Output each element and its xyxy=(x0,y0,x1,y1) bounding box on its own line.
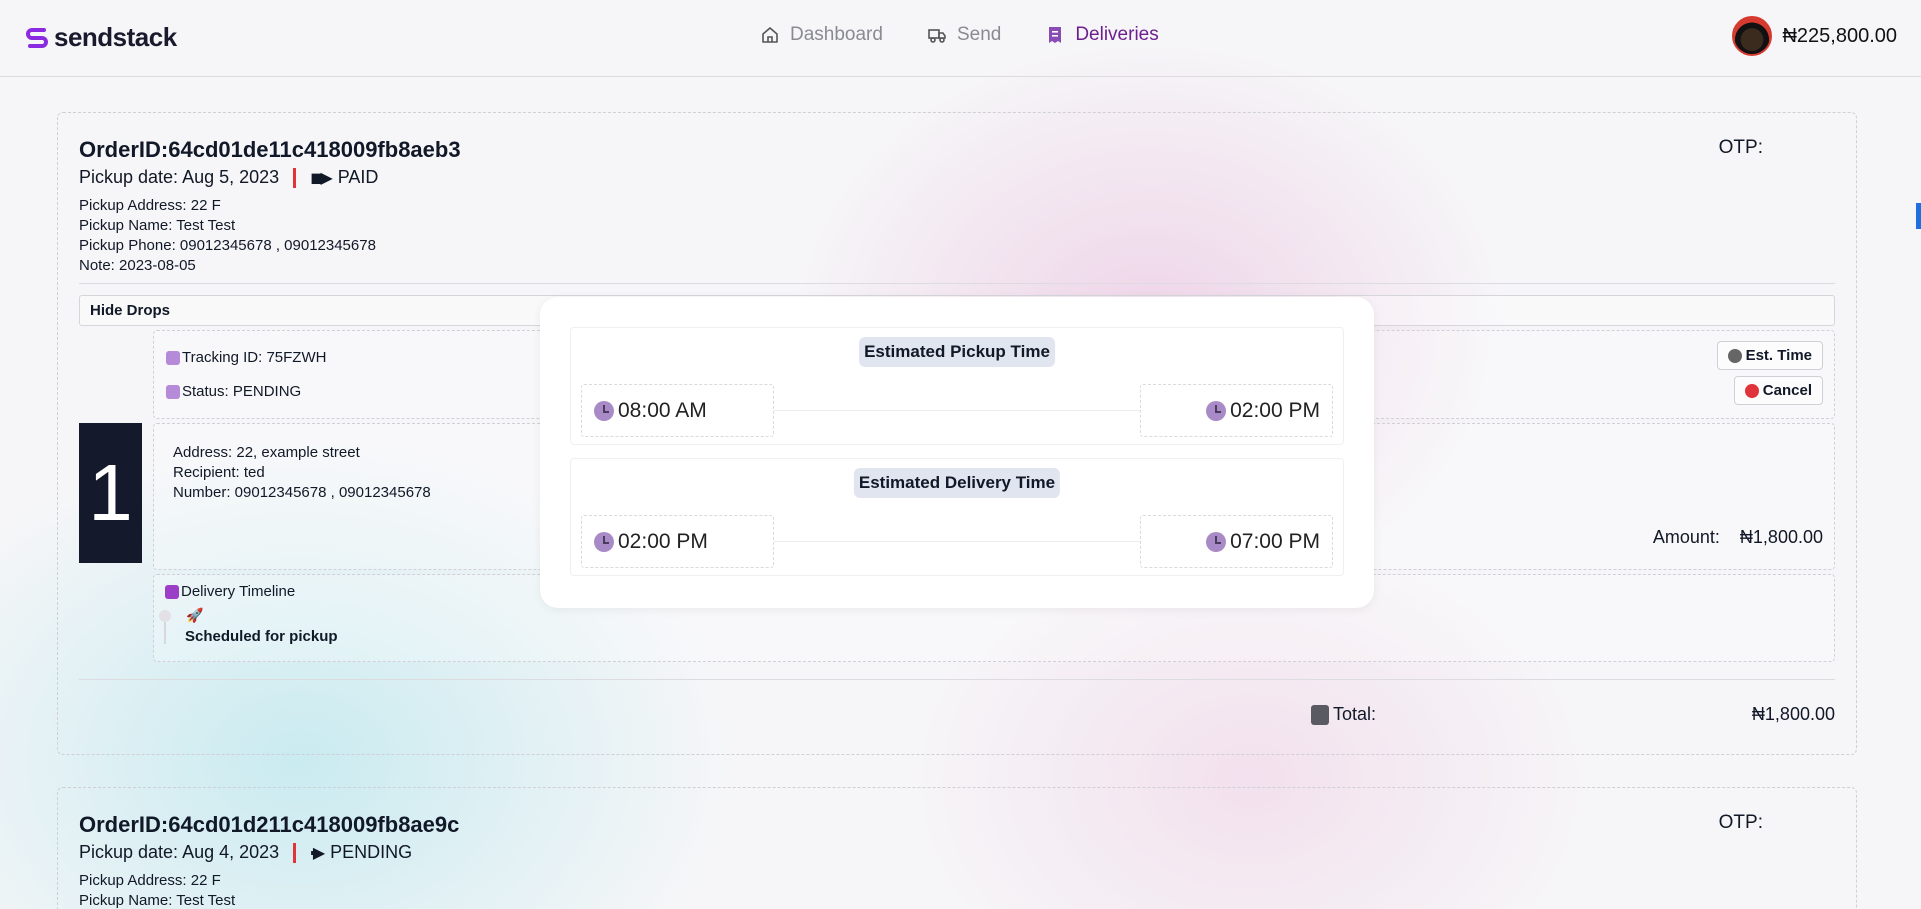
nav-deliveries[interactable]: Deliveries xyxy=(1045,24,1159,46)
top-header: sendstack Dashboard Send Deliveries ₦225… xyxy=(0,0,1921,77)
nav-send-label: Send xyxy=(956,24,1002,45)
delivery-end-value: 07:00 PM xyxy=(1230,529,1320,553)
clock-icon xyxy=(1206,400,1227,421)
pickup-time-title: Estimated Pickup Time xyxy=(859,337,1055,367)
total-value: ₦1,800.00 xyxy=(1751,704,1835,724)
order-meta: Pickup date: Aug 5, 2023 ◼▶ PAID xyxy=(79,167,378,188)
payment-status: PENDING xyxy=(330,842,413,862)
payment-status-icon: ◼▶ xyxy=(310,169,333,187)
pickup-name: Pickup Name: Test Test xyxy=(79,892,236,909)
pickup-start-value: 08:00 AM xyxy=(618,398,707,422)
main-nav: Dashboard Send Deliveries xyxy=(760,24,1159,46)
rocket-icon: 🚀 xyxy=(186,607,204,623)
pickup-date: Pickup date: Aug 5, 2023 xyxy=(79,167,280,187)
delivery-start-value: 02:00 PM xyxy=(618,529,708,553)
pickup-address: Pickup Address: 22 F xyxy=(79,872,221,889)
scrollbar-thumb[interactable] xyxy=(1916,203,1921,229)
tracking-row: Tracking ID: 75FZWH xyxy=(166,349,326,366)
time-connector xyxy=(774,541,1140,542)
pickup-details: Pickup Address: 22 F Pickup Name: Test T… xyxy=(79,871,235,909)
order-id: OrderID:64cd01d211c418009fb8ae9c xyxy=(79,812,460,837)
cancel-label: Cancel xyxy=(1762,382,1812,399)
delivery-end-time: 07:00 PM xyxy=(1140,515,1333,568)
order-id: OrderID:64cd01de11c418009fb8aeb3 xyxy=(79,137,461,162)
pickup-name: Pickup Name: Test Test xyxy=(79,217,236,234)
close-icon xyxy=(1744,383,1759,398)
payment-status-icon: ▪▶ xyxy=(310,844,325,862)
tracking-id: Tracking ID: 75FZWH xyxy=(182,349,327,366)
order-total: Total: xyxy=(1311,704,1376,725)
truck-icon xyxy=(928,29,946,43)
payment-status: PAID xyxy=(337,167,379,187)
total-label: Total: xyxy=(1333,704,1377,724)
order-note: Note: 2023-08-05 xyxy=(79,257,196,274)
timeline-header: Delivery Timeline xyxy=(165,583,295,600)
timeline-dot xyxy=(159,610,171,622)
est-time-label: Est. Time xyxy=(1745,347,1812,364)
pickup-end-value: 02:00 PM xyxy=(1230,398,1320,422)
drop-number-line: Number: 09012345678 , 09012345678 xyxy=(173,484,431,501)
logo-text: sendstack xyxy=(54,22,177,52)
divider xyxy=(79,679,1835,680)
delivery-time-title: Estimated Delivery Time xyxy=(853,468,1061,498)
drop-status: Status: PENDING xyxy=(182,383,302,400)
delivery-start-time: 02:00 PM xyxy=(581,515,774,568)
drop-address: Address: 22, example street xyxy=(173,444,360,461)
amount-label: Amount: xyxy=(1652,527,1720,547)
otp-label: OTP: xyxy=(1718,137,1763,158)
clock-icon xyxy=(1727,348,1742,363)
estimated-time-modal: Estimated Pickup Time 08:00 AM 02:00 PM … xyxy=(540,297,1374,608)
pickup-time-block: Estimated Pickup Time 08:00 AM 02:00 PM xyxy=(570,327,1344,445)
nav-dashboard[interactable]: Dashboard xyxy=(760,24,883,46)
otp-label: OTP: xyxy=(1718,812,1763,833)
receipt-icon xyxy=(1049,27,1062,43)
drop-recipient: Recipient: ted xyxy=(173,464,265,481)
avatar[interactable] xyxy=(1732,16,1773,56)
nav-deliveries-label: Deliveries xyxy=(1075,24,1159,45)
pickup-start-time: 08:00 AM xyxy=(581,384,774,437)
sendstack-logo[interactable]: sendstack xyxy=(24,22,177,53)
deliveries-page: sendstack Dashboard Send Deliveries ₦225… xyxy=(0,0,1921,909)
delivery-time-block: Estimated Delivery Time 02:00 PM 07:00 P… xyxy=(570,458,1344,576)
nav-dashboard-label: Dashboard xyxy=(790,24,883,45)
clock-icon xyxy=(1206,531,1227,552)
wallet-balance: ₦225,800.00 xyxy=(1782,24,1897,47)
home-icon xyxy=(762,27,778,43)
order-meta: Pickup date: Aug 4, 2023 ▪▶ PENDING xyxy=(79,842,412,863)
status-row: Status: PENDING xyxy=(166,383,301,400)
amount-value: ₦1,800.00 xyxy=(1739,527,1823,547)
drop-number: 1 xyxy=(79,423,142,563)
time-connector xyxy=(774,410,1140,411)
user-area: ₦225,800.00 xyxy=(1732,16,1897,56)
pickup-address: Pickup Address: 22 F xyxy=(79,197,221,214)
order-card: OrderID:64cd01d211c418009fb8ae9c Pickup … xyxy=(57,787,1857,909)
pickup-details: Pickup Address: 22 F Pickup Name: Test T… xyxy=(79,196,376,276)
drop-amount: Amount: ₦1,800.00 xyxy=(1653,527,1823,548)
clock-icon xyxy=(594,400,614,421)
est-time-button[interactable]: Est. Time xyxy=(1716,341,1823,370)
pickup-date: Pickup date: Aug 4, 2023 xyxy=(79,842,280,862)
timeline-title: Delivery Timeline xyxy=(181,583,296,600)
truck-icon xyxy=(165,584,179,599)
clock-icon xyxy=(594,531,614,552)
drop-recipient-details: Address: 22, example street Recipient: t… xyxy=(173,443,431,503)
nav-send[interactable]: Send xyxy=(927,24,1001,46)
pickup-phone: Pickup Phone: 09012345678 , 09012345678 xyxy=(79,237,376,254)
meta-divider xyxy=(293,842,297,863)
calculator-icon xyxy=(1311,704,1329,725)
cancel-button[interactable]: Cancel xyxy=(1733,376,1823,405)
timeline-event: Scheduled for pickup xyxy=(185,628,338,645)
pickup-end-time: 02:00 PM xyxy=(1140,384,1333,437)
sendstack-logo-icon xyxy=(26,27,48,48)
shield-icon xyxy=(166,350,180,365)
divider xyxy=(79,283,1835,284)
list-icon xyxy=(166,384,180,399)
meta-divider xyxy=(293,167,297,188)
